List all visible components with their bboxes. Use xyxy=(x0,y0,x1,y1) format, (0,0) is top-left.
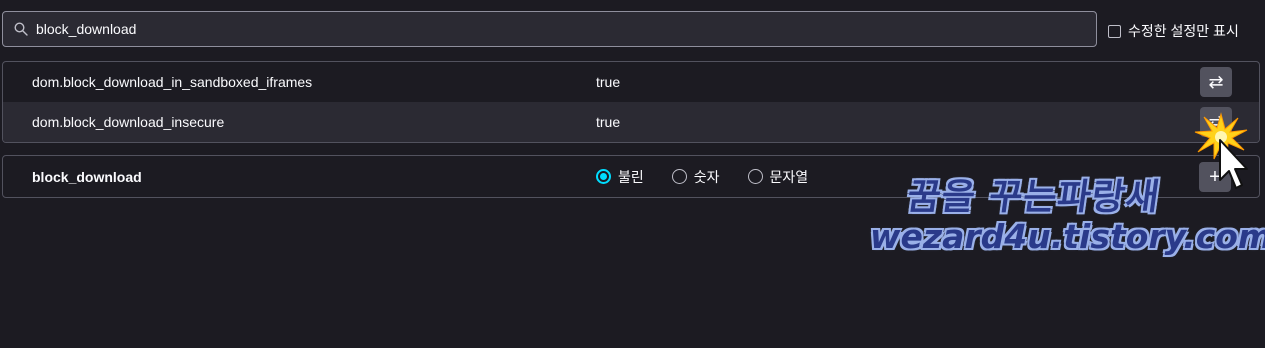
search-box[interactable] xyxy=(2,11,1097,47)
pref-name: dom.block_download_insecure xyxy=(32,114,225,130)
watermark-url: wezard4u.tistory.com xyxy=(870,217,1265,256)
show-modified-only-checkbox[interactable] xyxy=(1108,24,1121,38)
type-label-number: 숫자 xyxy=(693,168,720,185)
watermark-title: 꿈을 꾸는파랑새 xyxy=(904,177,1163,218)
pref-row: dom.block_download_insecure true ⇄ xyxy=(3,102,1259,142)
search-icon xyxy=(14,22,28,36)
mouse-cursor-icon xyxy=(1219,139,1248,189)
type-option-string[interactable]: 문자열 xyxy=(747,167,809,187)
search-input[interactable] xyxy=(36,12,1096,46)
preferences-table: dom.block_download_in_sandboxed_iframes … xyxy=(2,61,1260,143)
radio-string[interactable] xyxy=(747,169,763,184)
type-label-string: 문자열 xyxy=(769,168,809,185)
type-option-number[interactable]: 숫자 xyxy=(671,167,720,187)
pref-type-options: 불린 숫자 문자열 xyxy=(596,167,836,187)
pref-row: dom.block_download_in_sandboxed_iframes … xyxy=(3,62,1259,102)
pref-name: dom.block_download_in_sandboxed_iframes xyxy=(32,74,313,90)
toggle-button[interactable]: ⇄ xyxy=(1200,67,1232,97)
show-modified-only-label: 수정한 설정만 표시 xyxy=(1128,23,1239,39)
about-config-page: 수정한 설정만 표시 dom.block_download_in_sandbox… xyxy=(0,0,1265,348)
radio-boolean[interactable] xyxy=(596,169,611,184)
pref-value[interactable]: true xyxy=(596,114,620,130)
type-option-boolean[interactable]: 불린 xyxy=(596,167,644,187)
pref-value[interactable]: true xyxy=(596,74,620,90)
toggle-icon: ⇄ xyxy=(1208,72,1224,92)
show-modified-only-toggle[interactable]: 수정한 설정만 표시 xyxy=(1108,21,1239,41)
radio-number[interactable] xyxy=(671,169,687,184)
new-pref-name: block_download xyxy=(32,168,142,185)
type-label-boolean: 불린 xyxy=(618,168,644,185)
